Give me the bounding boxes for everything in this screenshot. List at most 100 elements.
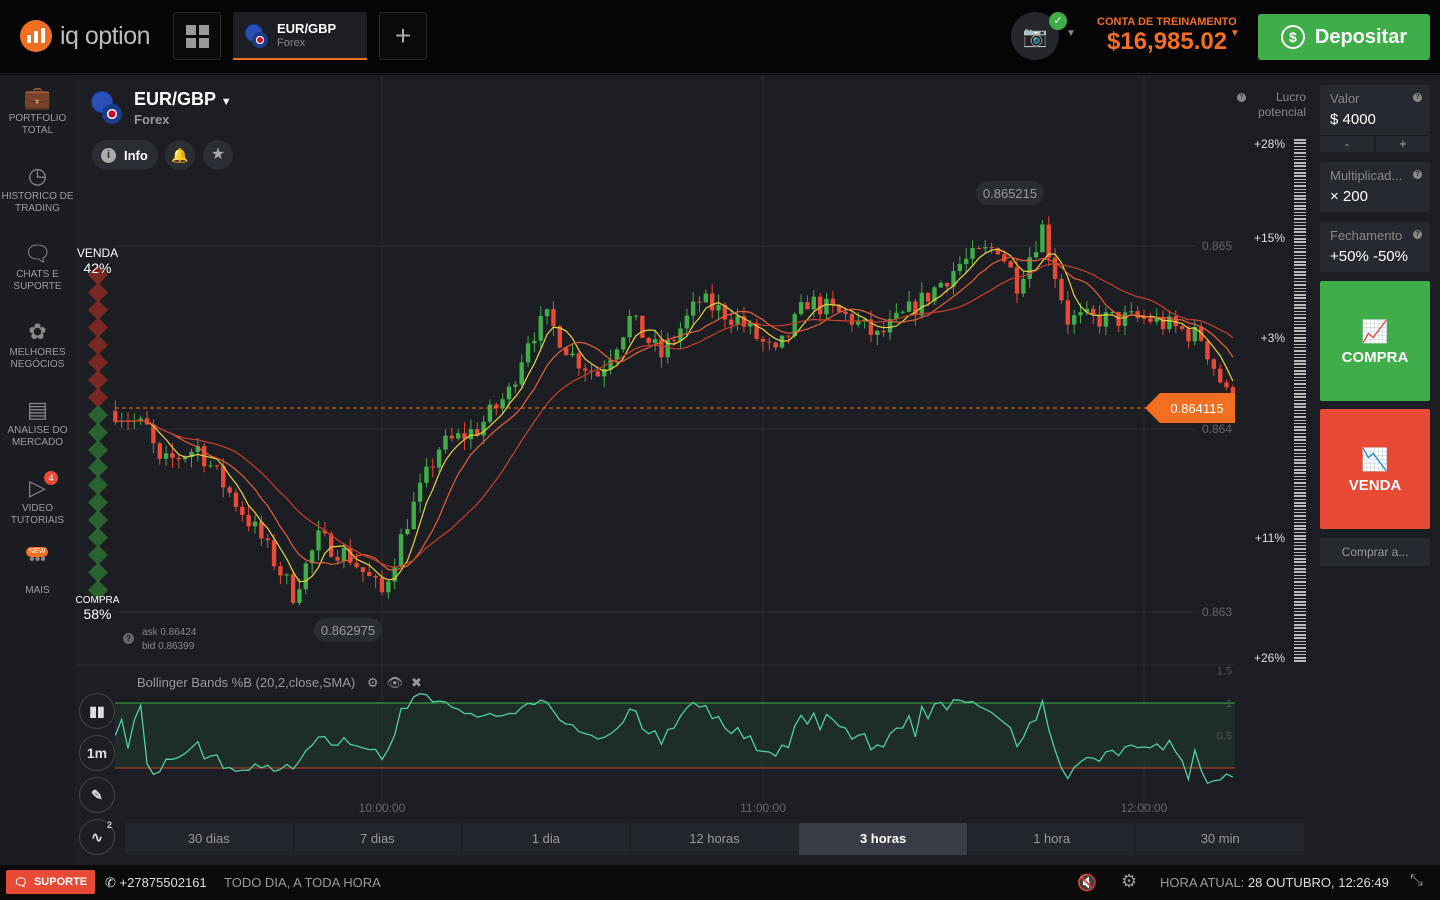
asset-selector[interactable]: EUR/GBP ▼	[134, 89, 232, 110]
profit-tick	[1294, 396, 1306, 398]
buy-at-price-button[interactable]: Comprar a...	[1320, 538, 1430, 566]
support-button[interactable]: 🗨 SUPORTE	[6, 870, 95, 894]
price-chart[interactable]: 0.865 0.864 0.863 10:00:00 11:00:00 12:00:00 0…	[75, 75, 1315, 820]
sidebar-item-video-tutorials[interactable]: ▷ VIDEO TUTORIAIS 4	[0, 471, 75, 527]
profit-tick	[1294, 436, 1306, 438]
indicators-button[interactable]: ∿ 2	[79, 819, 115, 855]
drawing-tools-button[interactable]: ✎	[79, 777, 115, 813]
candle-body	[335, 556, 340, 561]
candle-body	[640, 315, 645, 338]
profit-tick	[1294, 620, 1306, 623]
period-tab[interactable]: 7 dias	[293, 823, 462, 855]
candle-body	[621, 337, 626, 350]
chart-area[interactable]: 0.865 0.864 0.863 10:00:00 11:00:00 12:00:00 0…	[75, 75, 1315, 865]
help-icon: ?	[1413, 93, 1422, 102]
candle-body	[1078, 312, 1083, 316]
profit-tick	[1294, 247, 1306, 250]
auto-close-field[interactable]: Fechamento +50% -50%?	[1320, 222, 1430, 272]
profit-tick	[1294, 653, 1306, 656]
eye-icon[interactable]: 👁	[387, 675, 404, 690]
logo[interactable]: iq option	[20, 20, 151, 52]
profit-tick	[1294, 290, 1306, 293]
add-tab-button[interactable]: +	[379, 12, 427, 60]
sidebar-item-top-deals[interactable]: ✿ MELHORES NEGÓCIOS	[0, 317, 75, 371]
sidebar-item-chats[interactable]: 🗨 CHATS E SUPORTE	[0, 239, 75, 293]
account-selector[interactable]: CONTA DE TREINAMENTO $16,985.02 ▼	[1097, 16, 1240, 56]
profit-tick	[1294, 412, 1306, 415]
buy-button[interactable]: 📈 COMPRA	[1320, 281, 1430, 401]
help-icon[interactable]: ?	[1237, 93, 1246, 102]
help-icon[interactable]: ?	[123, 633, 134, 644]
favorite-button[interactable]: ★	[203, 140, 233, 170]
sidebar-item-history[interactable]: ◷ HISTORICO DE TRADING	[0, 161, 75, 215]
info-button[interactable]: i Info	[92, 140, 158, 170]
period-tab[interactable]: 1 hora	[967, 823, 1136, 855]
profit-tick	[1294, 356, 1306, 359]
period-tab[interactable]: 30 dias	[125, 823, 293, 855]
profit-tick	[1294, 607, 1306, 610]
profit-tick	[1294, 591, 1306, 593]
candle-body	[576, 353, 582, 369]
profit-tick	[1294, 409, 1306, 412]
camera-icon: 📷	[1022, 25, 1048, 48]
profit-tick	[1294, 518, 1306, 520]
candle-body	[373, 576, 378, 578]
sell-button[interactable]: 📉 VENDA	[1320, 409, 1430, 529]
candle-body	[259, 521, 264, 539]
profit-tick	[1294, 360, 1306, 362]
candle-body	[1097, 314, 1102, 327]
period-tab[interactable]: 3 horas	[799, 823, 967, 855]
chart-type-button[interactable]: ▮▮	[79, 693, 115, 729]
profit-tick	[1294, 521, 1306, 524]
profit-tick	[1294, 660, 1306, 662]
profit-tick	[1294, 538, 1306, 540]
profit-tick	[1294, 561, 1306, 563]
deposit-button[interactable]: $ Depositar	[1258, 14, 1430, 60]
profit-tick	[1294, 139, 1306, 141]
sidebar-item-more[interactable]: ••• MAIS NEW	[0, 545, 75, 597]
profit-tick	[1294, 313, 1306, 316]
amount-field[interactable]: Valor $ 4000?	[1320, 85, 1430, 135]
multiplier-field[interactable]: Multiplicad... × 200?	[1320, 162, 1430, 212]
candle-body	[900, 311, 905, 313]
asset-tab[interactable]: EUR/GBP Forex	[233, 12, 367, 60]
profit-tick	[1294, 426, 1306, 428]
candle-body	[271, 540, 277, 567]
candle-body	[538, 316, 543, 341]
profit-tick	[1294, 386, 1306, 388]
period-tab[interactable]: 12 horas	[630, 823, 799, 855]
candle-body	[367, 571, 372, 577]
profit-tick	[1294, 300, 1306, 303]
period-tab[interactable]: 1 dia	[462, 823, 630, 855]
timeframe-button[interactable]: 1m	[79, 735, 115, 771]
alert-bell-button[interactable]: 🔔	[165, 140, 195, 170]
chevron-down-icon[interactable]: ▼	[1066, 28, 1076, 39]
candle-body	[1021, 278, 1026, 294]
settings-icon[interactable]: ⚙	[1121, 871, 1137, 892]
profit-tick	[1294, 224, 1306, 227]
mute-icon[interactable]: 🔇	[1077, 873, 1097, 893]
profit-tick	[1294, 584, 1306, 586]
sidebar-item-portfolio[interactable]: 💼 PORTFOLIO TOTAL	[0, 83, 75, 137]
grid-menu-button[interactable]	[173, 12, 221, 60]
close-icon[interactable]: ✖	[411, 675, 422, 690]
profit-tick	[1294, 630, 1306, 633]
decrease-amount-button[interactable]: -	[1320, 136, 1374, 152]
sentiment-diamond	[88, 457, 108, 478]
history-icon: ◷	[27, 163, 48, 188]
support-phone[interactable]: ✆ +27875502161	[105, 875, 207, 891]
profit-tick	[1294, 208, 1306, 210]
fullscreen-icon[interactable]: ⤡	[1410, 872, 1423, 890]
period-tab[interactable]: 30 min	[1136, 823, 1304, 855]
profit-tick	[1294, 571, 1306, 573]
settings-icon[interactable]: ⚙	[367, 675, 379, 690]
profit-tick	[1294, 221, 1306, 223]
candle-body	[849, 314, 855, 325]
candle-body	[506, 386, 512, 400]
profit-tick	[1294, 637, 1306, 639]
sidebar-item-market-analysis[interactable]: ▤ ANALISE DO MERCADO	[0, 395, 75, 449]
increase-amount-button[interactable]: +	[1376, 136, 1430, 152]
profit-tick	[1294, 277, 1306, 280]
profit-tick	[1294, 231, 1306, 233]
profit-tick	[1294, 643, 1306, 646]
